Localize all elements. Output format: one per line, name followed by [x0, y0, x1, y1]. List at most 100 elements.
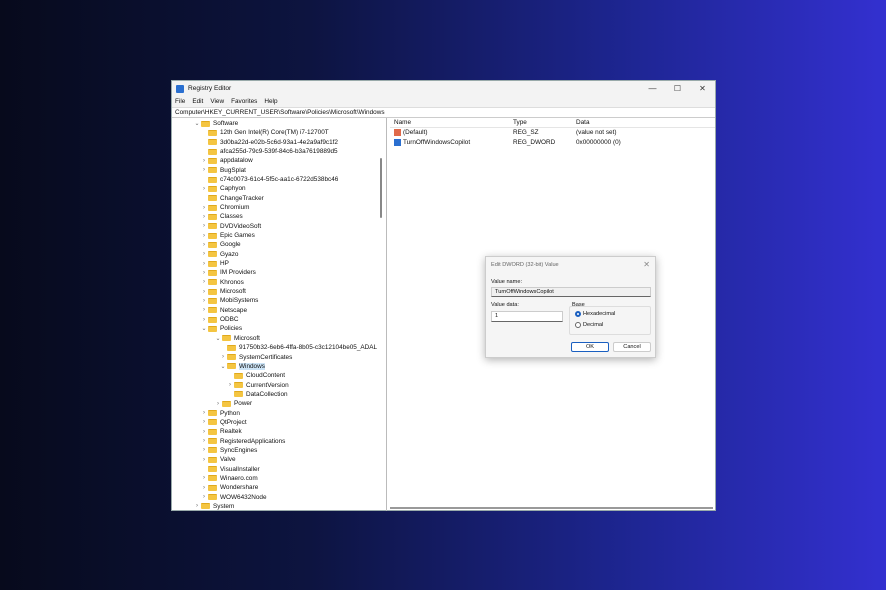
tree-item[interactable]: ›Epic Games — [201, 231, 255, 240]
key-tree[interactable]: ⌄Software12th Gen Intel(R) Core(TM) i7-1… — [172, 118, 387, 511]
chevron-right-icon[interactable]: › — [201, 438, 207, 444]
tree-item[interactable]: ›Classes — [201, 212, 243, 221]
chevron-right-icon[interactable]: › — [201, 251, 207, 257]
tree-item[interactable]: c74c0073-61c4-5f5c-aa1c-6722d538bc46 — [201, 175, 338, 184]
tree-item[interactable]: ›Google — [201, 240, 241, 249]
tree-item[interactable]: ›System — [194, 502, 234, 511]
menu-edit[interactable]: Edit — [192, 98, 203, 105]
folder-icon — [208, 270, 217, 276]
chevron-down-icon[interactable]: ⌄ — [220, 363, 226, 370]
tree-item[interactable]: ›SyncEngines — [201, 446, 257, 455]
menu-favorites[interactable]: Favorites — [231, 98, 257, 105]
chevron-right-icon[interactable]: › — [194, 503, 200, 509]
chevron-right-icon[interactable]: › — [220, 354, 226, 360]
chevron-right-icon[interactable]: › — [201, 279, 207, 285]
ok-button[interactable]: OK — [571, 342, 609, 352]
chevron-right-icon[interactable]: › — [201, 205, 207, 211]
tree-item[interactable]: ›MobiSystems — [201, 296, 258, 305]
chevron-right-icon[interactable]: › — [201, 233, 207, 239]
chevron-right-icon[interactable]: › — [201, 307, 207, 313]
tree-item[interactable]: ›Caphyon — [201, 184, 246, 193]
tree-item[interactable]: ›appdatalow — [201, 156, 253, 165]
tree-item[interactable]: ›Gyazo — [201, 250, 238, 259]
tree-item[interactable]: ›QtProject — [201, 418, 247, 427]
horizontal-scrollbar[interactable] — [390, 507, 713, 509]
tree-item[interactable]: ⌄Microsoft — [215, 334, 260, 343]
chevron-down-icon[interactable]: ⌄ — [194, 120, 200, 127]
address-bar[interactable]: Computer\HKEY_CURRENT_USER\Software\Poli… — [172, 107, 715, 118]
chevron-right-icon[interactable]: › — [227, 382, 233, 388]
chevron-right-icon[interactable]: › — [201, 298, 207, 304]
close-button[interactable]: ✕ — [690, 84, 715, 93]
menu-view[interactable]: View — [210, 98, 224, 105]
maximize-button[interactable]: ☐ — [665, 84, 690, 93]
tree-item[interactable]: ⌄Windows — [220, 362, 265, 371]
value-data-input[interactable]: 1 — [491, 311, 563, 322]
tree-item[interactable]: ›Khronos — [201, 278, 244, 287]
chevron-right-icon[interactable]: › — [201, 223, 207, 229]
tree-item[interactable]: ›SystemCertificates — [220, 353, 292, 362]
chevron-right-icon[interactable]: › — [201, 475, 207, 481]
tree-item[interactable]: VisualInstaller — [201, 465, 260, 474]
chevron-right-icon[interactable]: › — [201, 242, 207, 248]
tree-item[interactable]: ›Power — [215, 399, 252, 408]
value-row[interactable]: (Default) REG_SZ (value not set) — [390, 128, 715, 138]
chevron-right-icon[interactable]: › — [201, 158, 207, 164]
tree-item[interactable]: ›Valve — [201, 455, 236, 464]
tree-item[interactable]: ›Winaero.com — [201, 474, 258, 483]
tree-item[interactable]: 12th Gen Intel(R) Core(TM) i7-12700T — [201, 128, 329, 137]
tree-item[interactable]: 3d0ba22d-e02b-5c6d-93a1-4e2a9af9c1f2 — [201, 138, 338, 147]
tree-item[interactable]: ›Microsoft — [201, 287, 246, 296]
menu-help[interactable]: Help — [264, 98, 277, 105]
chevron-right-icon[interactable]: › — [201, 447, 207, 453]
tree-item[interactable]: ›IM Providers — [201, 268, 256, 277]
tree-item[interactable]: ›Wondershare — [201, 483, 258, 492]
chevron-right-icon[interactable]: › — [215, 401, 221, 407]
chevron-right-icon[interactable]: › — [201, 410, 207, 416]
tree-item[interactable]: ›RegisteredApplications — [201, 437, 285, 446]
chevron-right-icon[interactable]: › — [201, 317, 207, 323]
chevron-right-icon[interactable]: › — [201, 289, 207, 295]
tree-item[interactable]: 91750b32-6eb6-4ffa-8b05-c3c12104be05_ADA… — [220, 343, 377, 352]
tree-item[interactable]: DataCollection — [227, 390, 288, 399]
chevron-right-icon[interactable]: › — [201, 494, 207, 500]
tree-item[interactable]: ›Chromium — [201, 203, 249, 212]
tree-item[interactable]: ›HP — [201, 259, 229, 268]
tree-item[interactable]: ChangeTracker — [201, 194, 264, 203]
tree-item[interactable]: ›Realtek — [201, 427, 242, 436]
tree-item[interactable]: ›Python — [201, 409, 240, 418]
tree-item[interactable]: CloudContent — [227, 371, 285, 380]
tree-item[interactable]: ›ODBC — [201, 315, 238, 324]
cancel-button[interactable]: Cancel — [613, 342, 651, 352]
tree-item[interactable]: ›BugSplat — [201, 166, 246, 175]
value-row[interactable]: TurnOffWindowsCopilot REG_DWORD 0x000000… — [390, 138, 715, 148]
tree-item[interactable]: ›DVDVideoSoft — [201, 222, 261, 231]
tree-item[interactable]: afca255d-79c9-539f-84c6-b3a7619889d5 — [201, 147, 338, 156]
column-name[interactable]: Name — [390, 119, 513, 126]
tree-item[interactable]: ⌄Software — [194, 119, 238, 128]
menu-file[interactable]: File — [175, 98, 185, 105]
chevron-right-icon[interactable]: › — [201, 186, 207, 192]
tree-item[interactable]: ⌄Policies — [201, 324, 242, 333]
chevron-right-icon[interactable]: › — [201, 485, 207, 491]
chevron-right-icon[interactable]: › — [201, 270, 207, 276]
tree-scrollbar[interactable] — [380, 158, 382, 218]
minimize-button[interactable]: — — [640, 84, 665, 93]
hexadecimal-radio[interactable]: Hexadecimal — [575, 311, 615, 317]
tree-item[interactable]: ›Netscape — [201, 306, 247, 315]
column-data[interactable]: Data — [576, 119, 590, 126]
chevron-right-icon[interactable]: › — [201, 261, 207, 267]
chevron-right-icon[interactable]: › — [201, 419, 207, 425]
decimal-radio[interactable]: Decimal — [575, 322, 603, 328]
chevron-right-icon[interactable]: › — [201, 214, 207, 220]
tree-item[interactable]: ›WOW6432Node — [201, 493, 267, 502]
tree-item[interactable]: ›CurrentVersion — [227, 381, 289, 390]
chevron-right-icon[interactable]: › — [201, 429, 207, 435]
chevron-down-icon[interactable]: ⌄ — [215, 335, 221, 342]
edit-dword-dialog: Edit DWORD (32-bit) Value ✕ Value name: … — [485, 256, 656, 358]
chevron-right-icon[interactable]: › — [201, 457, 207, 463]
chevron-down-icon[interactable]: ⌄ — [201, 325, 207, 332]
dialog-close-button[interactable]: ✕ — [643, 260, 650, 269]
column-type[interactable]: Type — [513, 119, 576, 126]
chevron-right-icon[interactable]: › — [201, 167, 207, 173]
